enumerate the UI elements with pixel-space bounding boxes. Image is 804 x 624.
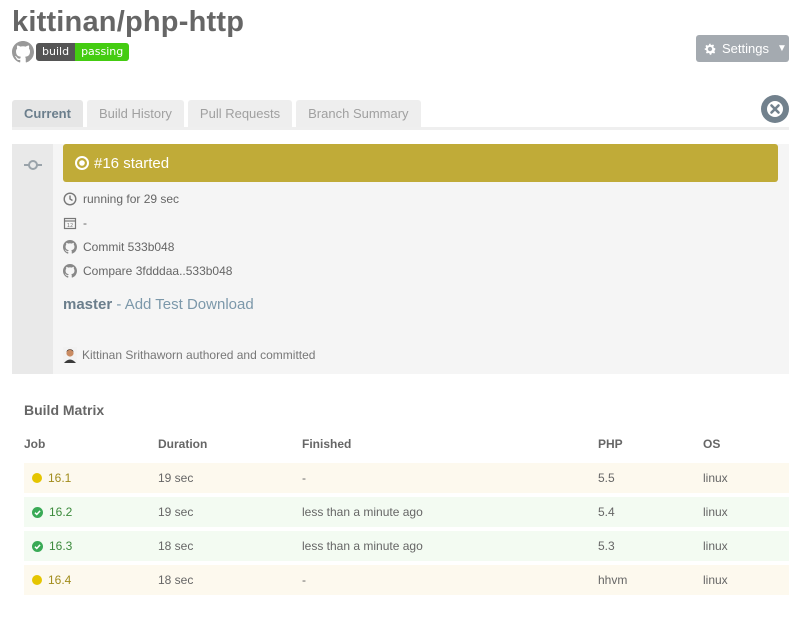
job-finished: -	[302, 573, 306, 587]
tab-current[interactable]: Current	[12, 100, 83, 128]
branch-name[interactable]: master	[63, 296, 112, 313]
job-cell[interactable]: 16.3	[32, 531, 72, 561]
matrix-header-row: Job Duration Finished PHP OS	[24, 437, 789, 453]
job-os: linux	[703, 539, 728, 553]
job-php: 5.5	[598, 471, 615, 485]
header-job: Job	[24, 437, 46, 451]
job-finished: -	[302, 471, 306, 485]
build-number-status: #16 started	[94, 154, 170, 172]
started-dot-icon	[32, 473, 42, 483]
compare-link[interactable]: Compare 3fdddaa..533b048	[63, 263, 232, 279]
tab-branch-summary[interactable]: Branch Summary	[296, 100, 421, 128]
header-finished: Finished	[302, 437, 352, 451]
header-php: PHP	[598, 437, 623, 451]
github-icon	[63, 264, 77, 278]
repo-title[interactable]: kittinan/php-http	[12, 6, 244, 39]
commit-icon	[24, 160, 42, 170]
started-status-icon	[75, 156, 89, 170]
commit-message: - Add Test Download	[116, 296, 254, 313]
job-duration: 19 sec	[158, 505, 194, 519]
table-row[interactable]: 16.4 18 sec - hhvm linux	[24, 565, 789, 595]
settings-button[interactable]: Settings ▼	[696, 35, 789, 62]
commit-label: Commit 533b048	[83, 240, 175, 254]
build-side-column	[12, 144, 53, 374]
calendar-icon: 12	[63, 217, 77, 230]
build-date-value: -	[83, 216, 87, 230]
job-cell[interactable]: 16.1	[32, 463, 71, 493]
table-row[interactable]: 16.1 19 sec - 5.5 linux	[24, 463, 789, 493]
running-time: running for 29 sec	[83, 192, 180, 206]
build-matrix-title: Build Matrix	[24, 402, 105, 418]
job-cell[interactable]: 16.2	[32, 497, 72, 527]
job-finished: less than a minute ago	[302, 505, 423, 519]
job-finished: less than a minute ago	[302, 539, 423, 553]
close-button[interactable]	[761, 95, 789, 123]
settings-label: Settings	[722, 41, 769, 56]
job-os: linux	[703, 505, 728, 519]
commit-link[interactable]: Commit 533b048	[63, 239, 174, 255]
job-cell[interactable]: 16.4	[32, 565, 71, 595]
github-icon[interactable]	[12, 41, 34, 63]
author-line: Kittinan Srithaworn authored and committ…	[63, 347, 315, 363]
job-php: 5.4	[598, 505, 615, 519]
job-number: 16.1	[48, 471, 72, 485]
badge-status: passing	[75, 43, 130, 61]
started-dot-icon	[32, 575, 42, 585]
tab-build-history[interactable]: Build History	[86, 100, 184, 128]
svg-text:12: 12	[67, 223, 73, 229]
gear-icon	[704, 43, 716, 55]
table-row[interactable]: 16.2 19 sec less than a minute ago 5.4 l…	[24, 497, 789, 527]
build-status-badge[interactable]: build passing	[36, 43, 130, 61]
job-php: hhvm	[598, 573, 628, 587]
compare-label: Compare 3fdddaa..533b048	[83, 264, 233, 278]
job-os: linux	[703, 471, 728, 485]
author-text: Kittinan Srithaworn authored and committ…	[82, 348, 316, 362]
build-duration: running for 29 sec	[63, 191, 179, 207]
badge-label: build	[36, 43, 76, 61]
job-php: 5.3	[598, 539, 615, 553]
job-number: 16.3	[49, 539, 73, 553]
passed-check-icon	[32, 506, 43, 518]
header-os: OS	[703, 437, 721, 451]
job-number: 16.2	[49, 505, 73, 519]
job-duration: 19 sec	[158, 471, 194, 485]
job-duration: 18 sec	[158, 539, 194, 553]
branch-commit-message: master - Add Test Download	[63, 296, 254, 313]
job-duration: 18 sec	[158, 573, 194, 587]
tabs-divider	[12, 127, 789, 130]
table-row[interactable]: 16.3 18 sec less than a minute ago 5.3 l…	[24, 531, 789, 561]
build-status-bar[interactable]: #16 started	[63, 144, 778, 182]
avatar	[63, 347, 77, 363]
tab-pull-requests[interactable]: Pull Requests	[187, 100, 293, 128]
chevron-down-icon: ▼	[776, 43, 787, 54]
clock-icon	[63, 192, 77, 206]
job-os: linux	[703, 573, 728, 587]
github-icon	[63, 240, 77, 254]
current-build-panel: #16 started	[12, 144, 789, 374]
header-duration: Duration	[158, 437, 208, 451]
close-icon	[764, 98, 786, 120]
build-date: 12 -	[63, 215, 87, 231]
job-number: 16.4	[48, 573, 72, 587]
passed-check-icon	[32, 540, 43, 552]
tab-bar: Current Build History Pull Requests Bran…	[12, 100, 425, 128]
